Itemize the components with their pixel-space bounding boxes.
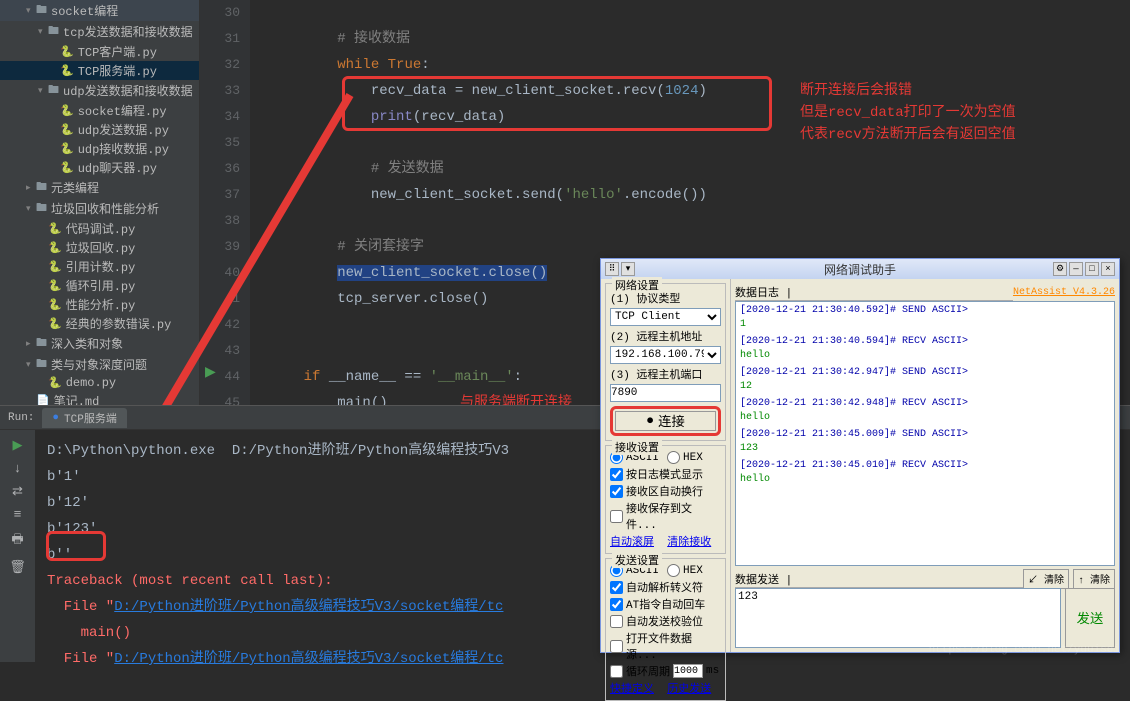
netassist-window[interactable]: ⠿ ▾ 网络调试助手 ⚙ — □ × 网络设置 (1) 协议类型 TCP Cli…	[600, 258, 1120, 653]
tree-item[interactable]: 🐍TCP服务端.py	[0, 61, 199, 80]
tree-item[interactable]: ▾🖿udp发送数据和接收数据	[0, 80, 199, 101]
tree-item[interactable]: ▾🖿垃圾回收和性能分析	[0, 198, 199, 219]
annotation-note-1: 断开连接后会报错 但是recv_data打印了一次为空值 代表recv方法断开后…	[800, 80, 1016, 146]
tree-item[interactable]: 🐍socket编程.py	[0, 101, 199, 120]
layout-icon[interactable]: ⇄	[12, 484, 23, 499]
clear-btn-1[interactable]: ↙ 清除	[1023, 569, 1069, 589]
cycle-input[interactable]	[673, 664, 703, 678]
drag-icon[interactable]: ⠿	[605, 262, 619, 276]
maximize-icon[interactable]: □	[1085, 262, 1099, 276]
net-group-label: 网络设置	[612, 277, 662, 293]
run-label: Run:	[8, 412, 34, 424]
run-tab-label: TCP服务端	[64, 410, 117, 426]
connect-button[interactable]: ●连接	[615, 411, 716, 431]
recv-opt-0[interactable]: 按日志模式显示	[610, 466, 721, 482]
run-gutter-icon[interactable]: ▶	[205, 364, 216, 381]
run-toolbar: ▶ ↓ ⇄ ≡ 🖶 🗑	[0, 430, 35, 662]
pin-icon[interactable]: ▾	[621, 262, 635, 276]
port-label: (3) 远程主机端口	[610, 366, 721, 382]
network-settings-group: 网络设置 (1) 协议类型 TCP Client (2) 远程主机地址 192.…	[605, 283, 726, 441]
watermark: https://blog.csdn.net/yuuisei	[929, 644, 1120, 656]
tree-item[interactable]: ▾🖿tcp发送数据和接收数据	[0, 21, 199, 42]
tree-item[interactable]: ▸🖿深入类和对象	[0, 333, 199, 354]
clear-recv-link[interactable]: 清除接收	[667, 537, 711, 549]
filter-icon[interactable]: ≡	[14, 507, 22, 522]
protocol-select[interactable]: TCP Client	[610, 308, 721, 326]
clear-btn-2[interactable]: ↑ 清除	[1073, 569, 1115, 589]
tree-item[interactable]: 🐍循环引用.py	[0, 276, 199, 295]
send-settings-group: 发送设置 ASCII HEX 自动解析转义符 AT指令自动回车 自动发送校验位 …	[605, 558, 726, 701]
auto-scroll-link[interactable]: 自动滚屏	[610, 537, 654, 549]
tree-item[interactable]: ▸🖿元类编程	[0, 177, 199, 198]
recv-opt-2[interactable]: 接收保存到文件...	[610, 500, 721, 532]
tree-item[interactable]: 🐍TCP客户端.py	[0, 42, 199, 61]
recv-opt-1[interactable]: 接收区自动换行	[610, 483, 721, 499]
send-opt-4[interactable]: 循环周期 ms	[610, 663, 721, 679]
tree-item[interactable]: 🐍代码调试.py	[0, 219, 199, 238]
log-title: 数据日志 |	[735, 284, 1013, 301]
tree-item[interactable]: 🐍经典的参数错误.py	[0, 314, 199, 333]
send-opt-3[interactable]: 打开文件数据源...	[610, 630, 721, 662]
annotation-box-empty	[46, 531, 106, 561]
tree-item[interactable]: 🐍udp聊天器.py	[0, 158, 199, 177]
send-opt-0[interactable]: 自动解析转义符	[610, 579, 721, 595]
project-tree[interactable]: ▾🖿socket编程▾🖿tcp发送数据和接收数据🐍TCP客户端.py🐍TCP服务…	[0, 0, 200, 405]
recv-hex-radio[interactable]: HEX	[667, 451, 703, 464]
send-textarea[interactable]	[735, 588, 1061, 648]
print-icon[interactable]: 🖶	[11, 530, 23, 552]
delete-icon[interactable]: 🗑	[9, 560, 26, 575]
version-link[interactable]: NetAssist V4.3.26	[1013, 287, 1115, 298]
rerun-icon[interactable]: ▶	[13, 438, 23, 453]
send-hex-radio[interactable]: HEX	[667, 564, 703, 577]
minimize-icon[interactable]: —	[1069, 262, 1083, 276]
netassist-title: 网络调试助手	[824, 261, 896, 278]
run-tab[interactable]: ● TCP服务端	[42, 408, 126, 428]
port-input[interactable]	[610, 384, 721, 402]
close-icon[interactable]: ×	[1101, 262, 1115, 276]
tree-item[interactable]: 🐍性能分析.py	[0, 295, 199, 314]
tree-item[interactable]: 🐍demo.py	[0, 375, 199, 391]
tree-item[interactable]: 📄笔记.md	[0, 391, 199, 405]
send-opt-2[interactable]: 自动发送校验位	[610, 613, 721, 629]
history-link[interactable]: 历史发送	[667, 684, 711, 696]
annotation-box-recv	[342, 76, 772, 131]
send-group-label: 发送设置	[612, 552, 662, 568]
send-opt-1[interactable]: AT指令自动回车	[610, 596, 721, 612]
host-label: (2) 远程主机地址	[610, 328, 721, 344]
tree-item[interactable]: 🐍udp发送数据.py	[0, 120, 199, 139]
log-area[interactable]: [2020-12-21 21:30:40.592]# SEND ASCII>1[…	[735, 301, 1115, 566]
netassist-titlebar[interactable]: ⠿ ▾ 网络调试助手 ⚙ — □ ×	[601, 259, 1119, 279]
settings-icon[interactable]: ⚙	[1053, 262, 1067, 276]
recv-settings-group: 接收设置 ASCII HEX 按日志模式显示 接收区自动换行 接收保存到文件..…	[605, 445, 726, 554]
tree-item[interactable]: 🐍引用计数.py	[0, 257, 199, 276]
shortcut-link[interactable]: 快捷定义	[610, 684, 654, 696]
tree-item[interactable]: 🐍udp接收数据.py	[0, 139, 199, 158]
host-select[interactable]: 192.168.100.79	[610, 346, 721, 364]
send-title: 数据发送 |	[735, 571, 1023, 588]
recv-group-label: 接收设置	[612, 439, 662, 455]
tree-item[interactable]: ▾🖿类与对象深度问题	[0, 354, 199, 375]
tree-item[interactable]: ▾🖿socket编程	[0, 0, 199, 21]
line-gutter: 30313233343536373839404142434445	[200, 0, 250, 416]
tree-item[interactable]: 🐍垃圾回收.py	[0, 238, 199, 257]
send-button[interactable]: 发送	[1065, 588, 1115, 648]
stop-icon[interactable]: ↓	[14, 461, 22, 476]
